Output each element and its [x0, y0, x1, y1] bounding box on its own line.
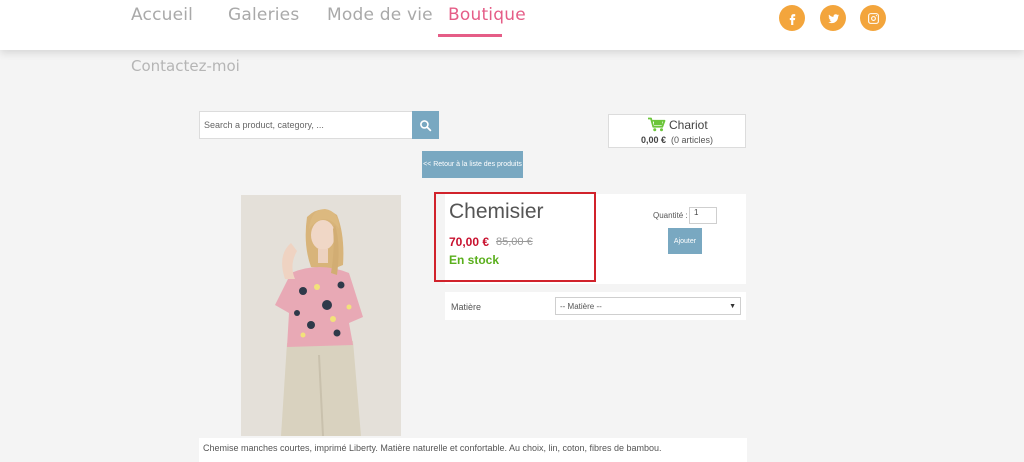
instagram-icon[interactable]	[860, 5, 886, 31]
search-button[interactable]	[412, 111, 439, 139]
chevron-down-icon: ▼	[729, 302, 736, 310]
twitter-icon[interactable]	[820, 5, 846, 31]
top-nav-bar: Accueil Galeries Mode de vie Boutique	[0, 0, 1024, 50]
cart-title: Chariot	[669, 117, 708, 132]
nav-item-galeries[interactable]: Galeries	[228, 5, 299, 25]
cart-icon	[648, 117, 666, 132]
add-to-cart-button[interactable]: Ajouter	[668, 228, 702, 254]
material-select-value: -- Matière --	[560, 301, 602, 311]
search-icon	[420, 119, 432, 131]
highlight-box	[434, 192, 596, 282]
nav-item-boutique[interactable]: Boutique	[448, 5, 526, 25]
facebook-icon[interactable]	[779, 5, 805, 31]
quantity-input[interactable]: 1	[689, 207, 717, 224]
search-input[interactable]	[199, 111, 412, 139]
nav-item-contactez-moi[interactable]: Contactez-moi	[131, 57, 240, 75]
cart-widget[interactable]: Chariot 0,00 € (0 articles)	[608, 114, 746, 148]
product-image	[241, 195, 401, 436]
product-search	[199, 111, 439, 139]
quantity-label: Quantité :	[653, 211, 688, 220]
cart-count: (0 articles)	[671, 135, 714, 145]
material-select[interactable]: -- Matière -- ▼	[555, 297, 741, 315]
cart-total: 0,00 €	[640, 135, 666, 145]
back-to-list-button[interactable]: << Retour à la liste des produits	[422, 151, 523, 178]
nav-item-mode-de-vie[interactable]: Mode de vie	[327, 5, 433, 25]
active-nav-underline	[438, 34, 502, 37]
product-description: Chemise manches courtes, imprimé Liberty…	[199, 438, 747, 462]
nav-item-accueil[interactable]: Accueil	[131, 5, 193, 25]
option-label: Matière	[451, 302, 482, 312]
